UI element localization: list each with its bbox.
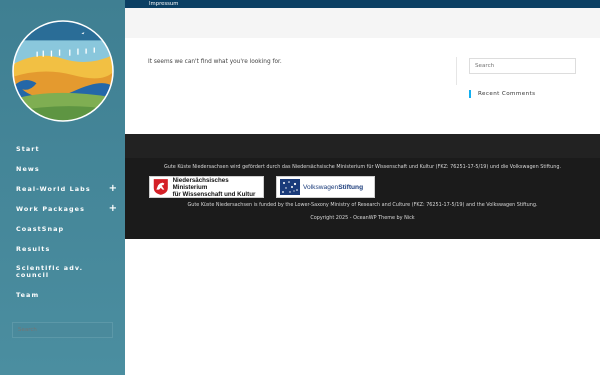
sidebar-search-input[interactable] (12, 322, 113, 338)
funding-text-en: Gute Küste Niedersachsen is funded by th… (187, 202, 538, 208)
nav-label: Real-World Labs (16, 184, 91, 193)
not-found-message: It seems we can't find what you're looki… (148, 59, 282, 65)
horse-crest-icon (153, 179, 168, 195)
recent-comments-title: Recent Comments (469, 90, 535, 98)
nav-label: Scientific adv. council (16, 264, 84, 279)
nav-item-start[interactable]: Start (0, 139, 125, 159)
content-divider (456, 57, 457, 85)
volkswagen-stiftung-logo[interactable]: VolkswagenStiftung (276, 176, 375, 198)
top-bar: Impressum (125, 0, 600, 8)
volkswagen-stiftung-logo-text: VolkswagenStiftung (303, 184, 363, 191)
nav-item-work-packages[interactable]: Work Packages + (0, 199, 125, 219)
impressum-link[interactable]: Impressum (149, 0, 178, 8)
sidebar: Start News Real-World Labs + Work Packag… (0, 0, 125, 375)
vw-logo-part1: Volkswagen (303, 183, 339, 191)
ministry-logo[interactable]: Niedersächsisches Ministerium für Wissen… (149, 176, 264, 198)
ministry-logo-text: Niedersächsisches Ministerium für Wissen… (173, 177, 263, 198)
plus-icon[interactable]: + (109, 183, 117, 195)
plus-icon[interactable]: + (109, 203, 117, 215)
copyright: Copyright 2025 - OceanWP Theme by Nick (310, 215, 415, 221)
nav-label: Start (16, 144, 40, 153)
funding-text-de: Gute Küste Niedersachsen wird gefördert … (163, 164, 562, 170)
nav-label: News (16, 164, 40, 173)
nav-item-real-world-labs[interactable]: Real-World Labs + (0, 179, 125, 199)
nav-item-news[interactable]: News (0, 159, 125, 179)
ministry-logo-line2: für Wissenschaft und Kultur (172, 190, 256, 198)
dot-pattern-icon (280, 179, 300, 195)
nav-item-results[interactable]: Results (0, 239, 125, 259)
nav-label: CoastSnap (16, 224, 65, 233)
vw-logo-part2: Stiftung (338, 183, 364, 191)
page-header (125, 8, 600, 38)
footer: Gute Küste Niedersachsen wird gefördert … (125, 134, 600, 239)
nav-label: Team (16, 290, 40, 299)
footer-widget-area (125, 134, 600, 158)
nav-label: Results (16, 244, 51, 253)
nav-label: Work Packages (16, 204, 86, 213)
site-logo[interactable] (12, 20, 114, 122)
search-input[interactable] (469, 58, 576, 74)
nav-item-scientific-council[interactable]: Scientific adv. council (0, 261, 96, 283)
nav-item-team[interactable]: Team (0, 285, 125, 305)
ministry-logo-line1: Niedersächsisches Ministerium (172, 176, 229, 191)
nav-item-coastsnap[interactable]: CoastSnap (0, 219, 125, 239)
